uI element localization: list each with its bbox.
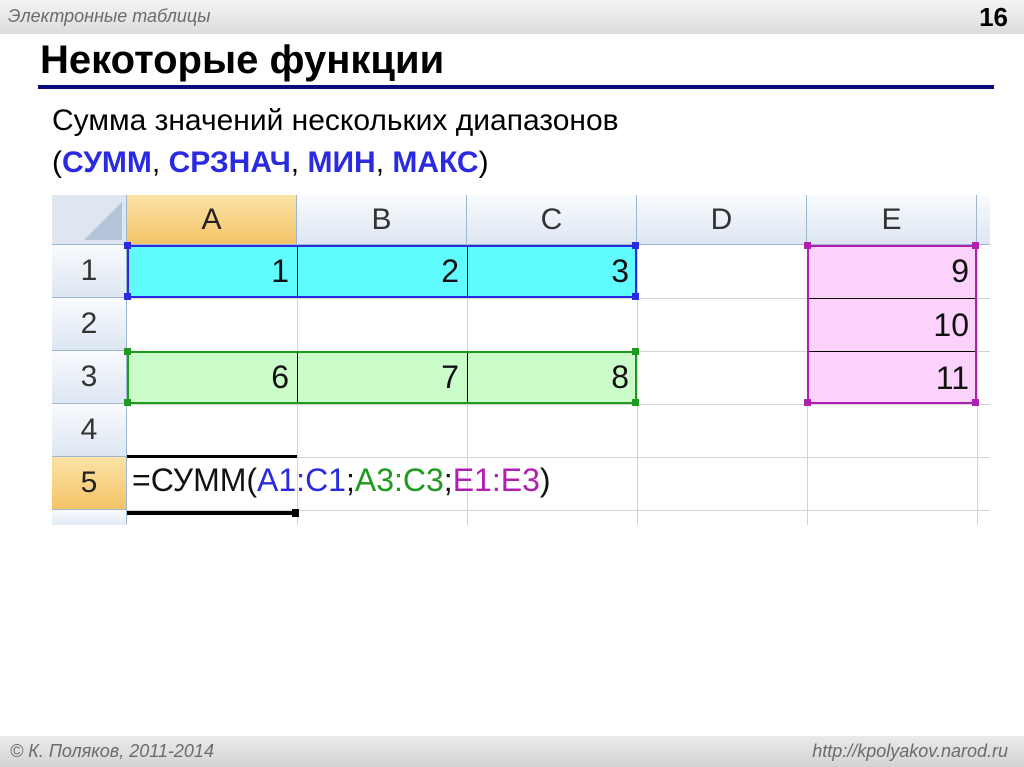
separator: ,	[290, 146, 308, 179]
select-all-triangle-icon	[84, 202, 122, 240]
range-handle[interactable]	[972, 399, 979, 406]
row-header-3[interactable]: 3	[52, 351, 127, 404]
column-header-e[interactable]: E	[807, 195, 977, 245]
separator: ,	[375, 146, 393, 179]
slide-footer-bar: © К. Поляков, 2011-2014 http://kpolyakov…	[0, 736, 1024, 767]
footer-url[interactable]: http://kpolyakov.narod.ru	[812, 741, 1008, 762]
slide-number: 16	[979, 2, 1008, 32]
range-handle[interactable]	[632, 242, 639, 249]
slide-heading: Некоторые функции	[40, 38, 445, 82]
range-highlight-a1-c1	[127, 245, 637, 298]
row-header-4[interactable]: 4	[52, 404, 127, 457]
grid-line	[977, 245, 978, 525]
range-handle[interactable]	[124, 399, 131, 406]
range-handle[interactable]	[124, 293, 131, 300]
formula-suffix: )	[539, 462, 551, 498]
slide-subtitle: Сумма значений нескольких диапазонов (СУ…	[52, 100, 619, 184]
slide-header-bar: Электронные таблицы 16	[0, 0, 1024, 34]
range-handle[interactable]	[124, 242, 131, 249]
range-handle[interactable]	[632, 399, 639, 406]
footer-author: © К. Поляков, 2011-2014	[10, 741, 214, 761]
column-header-partial[interactable]	[977, 195, 990, 245]
formula-range-1: A1:C1	[257, 462, 346, 498]
range-highlight-e1-e3	[807, 245, 977, 404]
function-sum: СУММ	[62, 146, 152, 179]
formula-separator: ;	[443, 462, 453, 498]
fill-handle[interactable]	[292, 509, 299, 517]
paren-open: (	[52, 146, 62, 179]
formula-range-2: A3:C3	[354, 462, 444, 498]
active-cell-border	[127, 511, 292, 515]
formula-prefix: =СУММ(	[132, 462, 258, 498]
range-handle[interactable]	[632, 293, 639, 300]
spreadsheet-grid: A B C D E 1 2 3 4 5 1 2 3 6 7 8 9 10 11	[52, 195, 990, 525]
cell-a5-formula[interactable]: =СУММ(A1:C1;A3:C3;E1:E3)	[132, 455, 551, 505]
formula-range-3: E1:E3	[452, 462, 540, 498]
column-header-a[interactable]: A	[127, 195, 297, 245]
row-header-1[interactable]: 1	[52, 245, 127, 298]
column-header-c[interactable]: C	[467, 195, 637, 245]
select-all-corner[interactable]	[52, 195, 127, 245]
function-min: МИН	[307, 146, 376, 179]
paren-close: )	[478, 146, 489, 179]
range-handle[interactable]	[804, 399, 811, 406]
column-header-b[interactable]: B	[297, 195, 467, 245]
subtitle-line: Сумма значений нескольких диапазонов	[52, 104, 619, 137]
column-header-d[interactable]: D	[637, 195, 807, 245]
separator: ,	[151, 146, 169, 179]
heading-divider	[38, 85, 994, 89]
range-handle[interactable]	[124, 348, 131, 355]
formula-separator: ;	[345, 462, 355, 498]
grid-line	[637, 245, 638, 525]
range-handle[interactable]	[972, 242, 979, 249]
section-title: Электронные таблицы	[8, 6, 211, 26]
range-highlight-a3-c3	[127, 351, 637, 404]
grid-line	[127, 404, 990, 405]
row-header-5[interactable]: 5	[52, 457, 127, 510]
row-header-partial[interactable]	[52, 510, 127, 525]
range-handle[interactable]	[804, 242, 811, 249]
function-max: МАКС	[392, 146, 479, 179]
range-handle[interactable]	[632, 348, 639, 355]
function-average: СРЗНАЧ	[168, 146, 291, 179]
function-list: (СУММ, СРЗНАЧ, МИН, МАКС)	[52, 142, 619, 184]
row-header-2[interactable]: 2	[52, 298, 127, 351]
